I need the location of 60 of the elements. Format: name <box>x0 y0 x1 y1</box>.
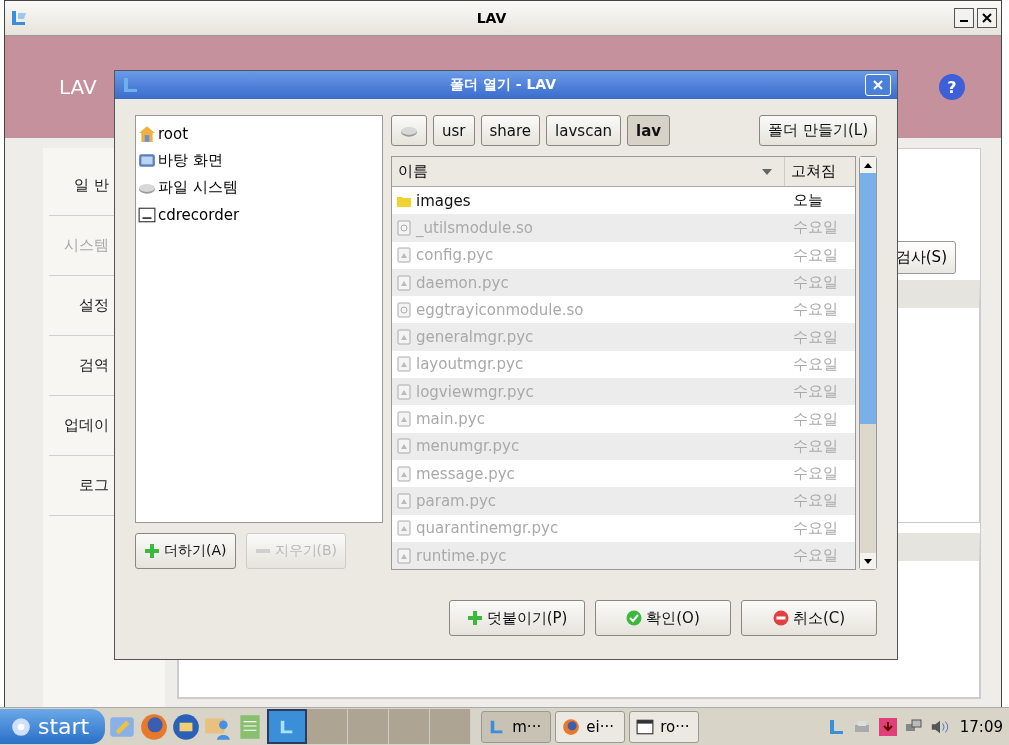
file-icon <box>396 274 412 291</box>
minimize-button[interactable] <box>954 8 974 28</box>
file-icon <box>396 492 412 509</box>
close-button[interactable] <box>977 8 997 28</box>
clock: 17:09 <box>959 717 1003 736</box>
append-button[interactable]: 덧붙이기(P) <box>449 600 585 636</box>
mail-icon[interactable] <box>171 711 202 742</box>
start-button[interactable]: start <box>0 709 106 744</box>
close-icon <box>873 80 883 90</box>
taskbar-button[interactable]: ro··· <box>629 710 700 743</box>
library-file-icon <box>396 301 412 318</box>
taskbar-button[interactable]: ei··· <box>555 710 626 743</box>
file-icon <box>396 329 412 346</box>
close-icon <box>982 13 992 23</box>
flower-icon <box>10 715 32 738</box>
drive-path-button[interactable] <box>391 115 427 146</box>
workspace-switcher[interactable] <box>267 709 472 744</box>
plus-icon <box>144 543 160 559</box>
column-header[interactable]: 고쳐짐 <box>785 157 855 186</box>
cancel-button[interactable]: 취소(C) <box>741 600 877 636</box>
add-button[interactable]: 더하기(A) <box>135 533 236 569</box>
window-icon <box>636 717 655 736</box>
stop-icon <box>772 610 789 626</box>
file-icon <box>396 547 412 564</box>
path-button[interactable]: usr <box>433 115 475 146</box>
places-item[interactable]: root <box>138 120 380 147</box>
home-icon <box>138 124 156 143</box>
taskbar-button[interactable]: m··· <box>481 710 552 743</box>
dialog-title: 폴더 열기 - LAV <box>448 76 558 94</box>
scroll-up-icon[interactable] <box>864 162 872 168</box>
file-icon <box>396 247 412 264</box>
file-row[interactable]: images 오늘 <box>392 187 855 215</box>
plus-icon <box>466 610 483 626</box>
file-icon <box>396 520 412 537</box>
desktop-icon <box>138 151 156 170</box>
sort-arrow-icon <box>762 168 772 175</box>
file-icon <box>396 383 412 400</box>
scrollbar[interactable] <box>859 156 877 570</box>
app-logo-icon <box>9 9 29 27</box>
disc-drive-icon <box>138 205 156 224</box>
ok-button[interactable]: 확인(O) <box>595 600 731 636</box>
window-title: LAV <box>475 10 508 26</box>
header-title: LAV <box>59 75 97 99</box>
minimize-icon <box>960 20 968 22</box>
library-file-icon <box>396 219 412 236</box>
path-button[interactable]: lavscan <box>546 115 622 146</box>
file-icon <box>396 411 412 427</box>
scroll-down-icon[interactable] <box>864 558 872 564</box>
path-button[interactable]: lav <box>627 115 671 146</box>
browser-icon[interactable] <box>139 711 170 742</box>
column-header[interactable]: 이름 <box>392 157 785 186</box>
help-button[interactable]: ? <box>939 74 965 100</box>
file-icon <box>396 356 412 373</box>
new-folder-button[interactable]: 폴더 만들기(L) <box>759 115 877 146</box>
file-icon <box>396 438 412 455</box>
browser-icon <box>562 717 581 736</box>
path-button[interactable]: share <box>480 115 541 146</box>
file-icon <box>396 465 412 482</box>
check-icon <box>626 610 643 626</box>
download-icon[interactable] <box>877 717 898 736</box>
